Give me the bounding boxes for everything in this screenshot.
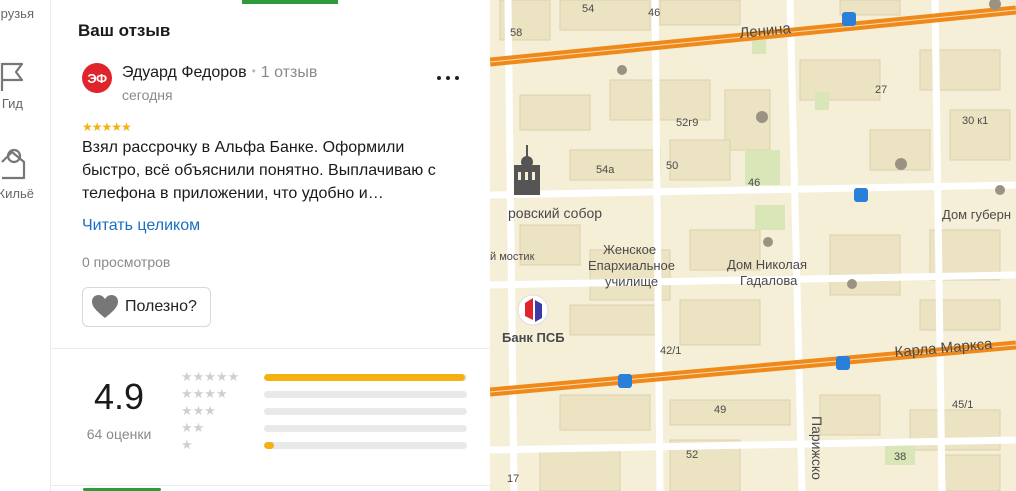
distribution-track [264, 374, 467, 381]
rating-distribution-row-4: ★★★★ [181, 386, 481, 402]
house-number: 54 [582, 3, 594, 15]
more-dots-icon [446, 76, 450, 80]
rating-distribution-row-1: ★ [181, 437, 481, 453]
rating-value: 4.9 [93, 376, 145, 417]
place-label: ровский собор [508, 205, 602, 221]
distribution-fill [264, 374, 465, 381]
map-view[interactable]: Ленина Карла Маркса Парижско ровский соб… [490, 0, 1016, 491]
active-tab-indicator [242, 0, 338, 4]
read-more-link[interactable]: Читать целиком [82, 217, 200, 235]
place-label: й мостик [490, 251, 535, 263]
more-options-button[interactable] [434, 66, 462, 88]
rail-item-label: Гид [1, 96, 23, 111]
more-dots-icon [437, 76, 441, 80]
place-label: Епархиальное [588, 258, 675, 273]
rating-distribution-row-5: ★★★★★ [181, 369, 481, 385]
house-number: 38 [894, 451, 906, 463]
street-label: Карла Маркса [894, 335, 994, 361]
bank-marker-icon[interactable] [517, 294, 549, 326]
house-number: 30 к1 [962, 115, 988, 127]
house-number: 46 [748, 177, 760, 189]
avatar[interactable]: ЭФ [82, 63, 112, 93]
distribution-stars: ★★★ [181, 403, 216, 418]
left-rail: рузья Гид Жильё [0, 0, 50, 491]
distribution-fill [264, 442, 275, 449]
place-label: Гадалова [740, 273, 798, 288]
house-number: 58 [510, 27, 522, 39]
place-label: Дом Николая [727, 257, 807, 272]
street-label: Ленина [739, 20, 793, 42]
distribution-track [264, 442, 467, 449]
distribution-stars: ★★★★ [181, 386, 228, 401]
place-label: Дом губерн [942, 207, 1011, 222]
house-number: 46 [648, 7, 660, 19]
review-rating-stars: ★★★★★ [82, 120, 132, 134]
section-title: Ваш отзыв [78, 21, 171, 40]
housing-icon [1, 148, 26, 180]
helpful-button[interactable]: Полезно? [82, 287, 211, 327]
heart-icon [92, 295, 118, 318]
house-number: 54а [596, 164, 615, 176]
review-date: сегодня [122, 87, 173, 103]
views-count: 0 просмотров [82, 254, 171, 270]
author-review-count: 1 отзыв [260, 64, 318, 81]
divider [51, 485, 490, 486]
rail-item-label: Жильё [0, 186, 34, 201]
house-number: 42/1 [660, 345, 681, 357]
place-label: Банк ПСБ [502, 330, 565, 345]
rail-item-label: рузья [0, 6, 34, 21]
helpful-label: Полезно? [125, 298, 197, 315]
author-name[interactable]: Эдуард Федоров [122, 64, 247, 81]
house-number: 49 [714, 404, 726, 416]
distribution-track [264, 425, 467, 432]
rail-item-friends[interactable]: рузья [0, 0, 50, 40]
house-number: 52г9 [676, 117, 698, 129]
flag-icon [0, 62, 24, 91]
rail-item-guide[interactable]: Гид [0, 55, 50, 115]
distribution-track [264, 391, 467, 398]
distribution-track [264, 408, 467, 415]
author-line: Эдуард Федоров • 1 отзыв [122, 64, 317, 82]
rating-distribution-row-2: ★★ [181, 420, 481, 436]
rating-distribution-row-3: ★★★ [181, 403, 481, 419]
house-number: 45/1 [952, 399, 973, 411]
more-dots-icon [455, 76, 459, 80]
review-text: Взял рассрочку в Альфа Банке. Оформили б… [82, 139, 436, 202]
cathedral-icon[interactable] [514, 145, 540, 195]
rail-item-housing[interactable]: Жильё [0, 140, 50, 210]
distribution-stars: ★ [181, 437, 193, 452]
divider [51, 348, 490, 349]
house-number: 17 [507, 473, 519, 485]
house-number: 27 [875, 84, 887, 96]
distribution-stars: ★★★★★ [181, 369, 240, 384]
house-number: 52 [686, 449, 698, 461]
place-label: училище [605, 274, 658, 289]
distribution-stars: ★★ [181, 420, 205, 435]
rating-count: 64 оценки [86, 426, 152, 442]
review-panel: Ваш отзыв ЭФ Эдуард Федоров • 1 отзыв сего… [50, 0, 490, 491]
house-number: 50 [666, 160, 678, 172]
street-label: Парижско [809, 416, 825, 480]
separator-dot: • [251, 64, 256, 78]
place-label: Женское [603, 242, 656, 257]
map-canvas[interactable]: Ленина Карла Маркса Парижско ровский соб… [490, 0, 1016, 491]
